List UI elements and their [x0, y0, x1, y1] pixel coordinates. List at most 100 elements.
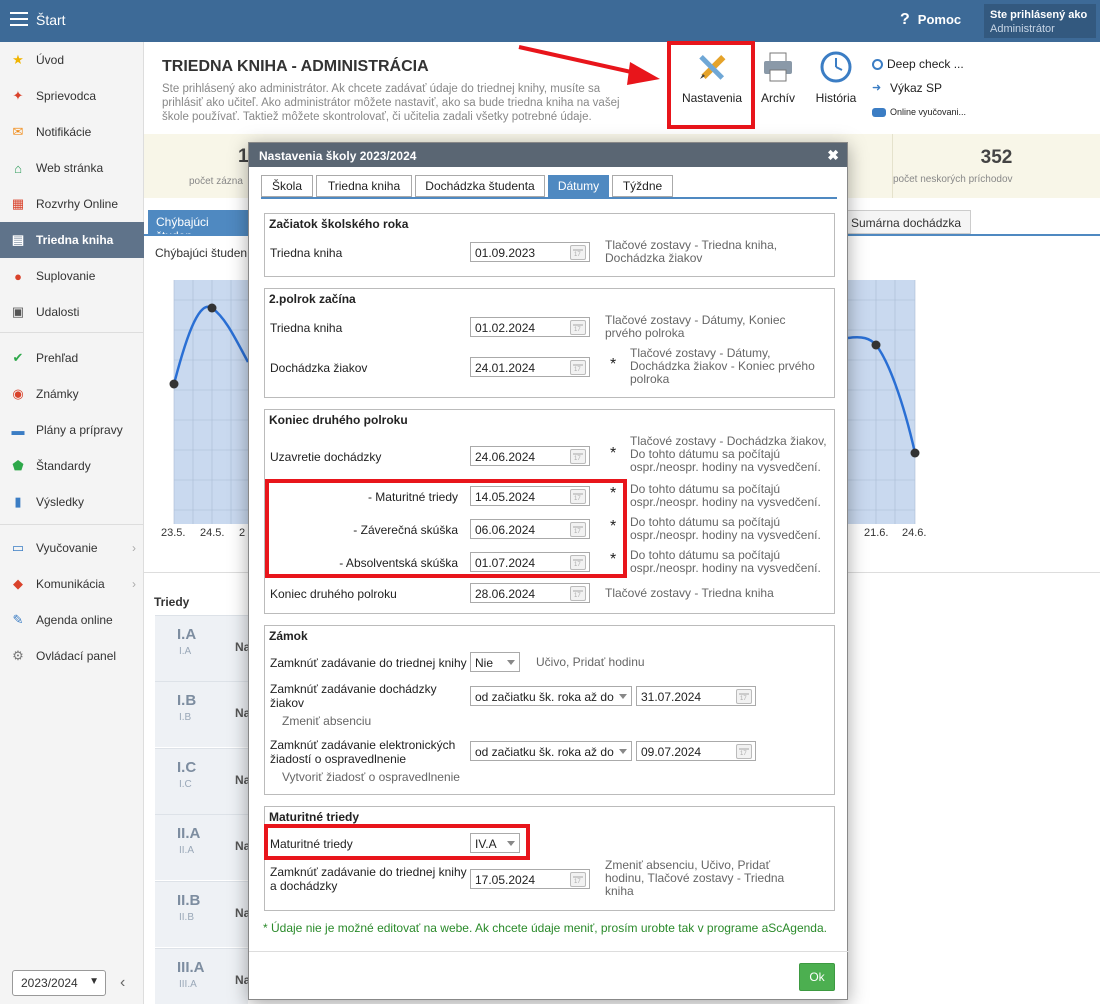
briefcase-icon: ▬ — [11, 422, 25, 438]
lock-excuse-select[interactable]: od začiatku šk. roka až do — [470, 741, 632, 761]
sidebar-item-standardy[interactable]: ⬟ Štandardy — [0, 448, 144, 484]
star-icon: ★ — [12, 52, 24, 67]
sidebar-item-web-stranka[interactable]: ⌂ Web stránka — [0, 150, 144, 186]
class-card[interactable]: III.A III.A Na — [155, 948, 250, 1004]
lock-attendance-select[interactable]: od začiatku šk. roka až do — [470, 686, 632, 706]
sidebar-item-komunikacia[interactable]: ◆ Komunikácia › — [0, 566, 144, 602]
tab-summary-attendance[interactable]: Sumárna dochádzka — [842, 210, 971, 234]
menu-icon[interactable] — [10, 12, 28, 28]
sidebar-item-ovladaci-panel[interactable]: ⚙ Ovládací panel — [0, 638, 144, 674]
report-link[interactable]: ➜ Výkaz SP — [872, 76, 966, 100]
class-short: I.A — [179, 646, 192, 657]
calendar-icon[interactable]: 17 — [570, 872, 586, 887]
deep-check-link[interactable]: Deep check ... — [872, 52, 966, 76]
class-card[interactable]: II.A II.A Na — [155, 814, 250, 880]
class-card[interactable]: I.C I.C Na — [155, 748, 250, 814]
calendar-icon[interactable]: 17 — [570, 245, 586, 260]
sidebar-item-uvod[interactable]: ★ Úvod — [0, 42, 144, 78]
tab-skola[interactable]: Škola — [261, 175, 313, 197]
sidebar-item-triedna-kniha[interactable]: ▤ Triedna kniha — [0, 222, 144, 258]
tab-missing-students[interactable]: Chýbajúci študen — [148, 210, 248, 243]
data-point — [169, 379, 179, 389]
sidebar-item-label: Sprievodca — [36, 89, 97, 103]
section-title: Maturitné triedy — [269, 810, 360, 824]
sidebar-item-suplovanie[interactable]: ● Suplovanie — [0, 258, 144, 294]
sidebar-item-label: Vyučovanie — [36, 541, 98, 555]
field-note: Zmeniť absenciu — [282, 714, 372, 728]
tab-tyzdne[interactable]: Týždne — [612, 175, 673, 197]
calendar-icon[interactable]: 17 — [736, 689, 752, 704]
collapse-sidebar-icon[interactable]: ‹ — [120, 974, 125, 992]
sidebar-item-agenda-online[interactable]: ✎ Agenda online — [0, 602, 144, 638]
readonly-star: * — [610, 356, 617, 373]
sidebar-item-label: Výsledky — [36, 495, 85, 509]
report-label: Výkaz SP — [890, 81, 943, 95]
lock-gradebook-select[interactable]: Nie — [470, 652, 520, 672]
calendar-icon[interactable]: 17 — [570, 449, 586, 464]
ok-button[interactable]: Ok — [799, 963, 835, 991]
calendar-icon[interactable]: 17 — [570, 320, 586, 335]
sidebar-item-label: Plány a prípravy — [36, 423, 123, 437]
tab-dochadzka-studenta[interactable]: Dochádzka študenta — [415, 175, 545, 197]
sidebar-item-notifikacie[interactable]: ✉ Notifikácie — [0, 114, 144, 150]
sidebar-item-label: Udalosti — [36, 305, 80, 319]
date-input[interactable]: 31.07.2024 17 — [636, 686, 756, 706]
tab-datumy[interactable]: Dátumy — [548, 175, 609, 197]
field-label: Koniec druhého polroku — [270, 587, 397, 601]
calendar-icon[interactable]: 17 — [570, 586, 586, 601]
section-lock: Zámok Zamknúť zadávanie do triednej knih… — [264, 625, 835, 795]
sidebar-item-sprievodca[interactable]: ✦ Sprievodca — [0, 78, 144, 114]
tab-triedna-kniha[interactable]: Triedna kniha — [316, 175, 412, 197]
shield-icon: ⬟ — [12, 458, 24, 473]
date-input[interactable]: 24.06.2024 17 — [470, 446, 590, 466]
year-select[interactable]: 2023/2024 ▼ — [12, 970, 106, 996]
history-button[interactable]: História — [812, 50, 860, 105]
sidebar-item-vyucovanie[interactable]: ▭ Vyučovanie › — [0, 530, 144, 566]
sidebar-item-plany[interactable]: ▬ Plány a prípravy — [0, 412, 144, 448]
online-label: Online vyučovani... — [890, 107, 967, 117]
date-input[interactable]: 09.07.2024 17 — [636, 741, 756, 761]
calendar-icon[interactable]: 17 — [570, 360, 586, 375]
sidebar-item-udalosti[interactable]: ▣ Udalosti — [0, 294, 144, 330]
readonly-footnote: * Údaje nie je možné editovať na webe. A… — [263, 921, 827, 935]
tab-underline — [261, 197, 837, 199]
printer-icon — [764, 52, 792, 82]
date-input[interactable]: 01.02.2024 17 — [470, 317, 590, 337]
archive-button[interactable]: Archív — [758, 50, 798, 105]
online-link[interactable]: Online vyučovani... — [872, 100, 966, 124]
chart-left-fragment: 23.5. 24.5. 2 — [161, 280, 248, 539]
data-point — [910, 448, 920, 458]
class-short: II.B — [179, 912, 195, 923]
sidebar-item-prehlad[interactable]: ✔ Prehľad — [0, 340, 144, 376]
class-card[interactable]: II.B II.B Na — [155, 881, 250, 947]
archive-label: Archív — [760, 91, 795, 105]
select-value: Nie — [475, 656, 494, 670]
sidebar: ★ Úvod ✦ Sprievodca ✉ Notifikácie ⌂ Web strá… — [0, 42, 144, 1004]
class-card[interactable]: I.B I.B Na — [155, 681, 250, 747]
calendar-icon[interactable]: 17 — [736, 744, 752, 759]
field-label: Triedna kniha — [270, 321, 343, 335]
sidebar-item-label: Štandardy — [36, 459, 91, 473]
user-badge[interactable]: Ste prihlásený ako Administrátor — [984, 4, 1096, 38]
class-card[interactable]: I.A I.A Na — [155, 615, 250, 681]
chart-area-bg — [848, 280, 915, 524]
sidebar-item-label: Ovládací panel — [36, 649, 117, 663]
page-description: Ste prihlásený ako administrátor. Ak chc… — [162, 83, 620, 123]
select-value: od začiatku šk. roka až do — [475, 690, 614, 704]
field-label: Zamknúť zadávanie do triednej knihy — [270, 656, 467, 670]
sidebar-item-znamky[interactable]: ◉ Známky — [0, 376, 144, 412]
help-link[interactable]: ? Pomoc — [900, 11, 961, 29]
data-point — [871, 340, 881, 350]
date-input[interactable]: 24.01.2024 17 — [470, 357, 590, 377]
section-title: Začiatok školského roka — [269, 217, 409, 231]
date-input[interactable]: 01.09.2023 17 — [470, 242, 590, 262]
sidebar-item-rozvrhy-online[interactable]: ▦ Rozvrhy Online — [0, 186, 144, 222]
date-input[interactable]: 17.05.2024 17 — [470, 869, 590, 889]
date-input[interactable]: 28.06.2024 17 — [470, 583, 590, 603]
close-icon[interactable]: ✖ — [827, 147, 839, 164]
field-label: Dochádzka žiakov — [270, 361, 368, 375]
start-link[interactable]: Štart — [36, 12, 66, 28]
class-name: I.A — [177, 626, 197, 643]
sidebar-item-vysledky[interactable]: ▮ Výsledky — [0, 484, 144, 520]
section-title: Zámok — [269, 629, 308, 643]
